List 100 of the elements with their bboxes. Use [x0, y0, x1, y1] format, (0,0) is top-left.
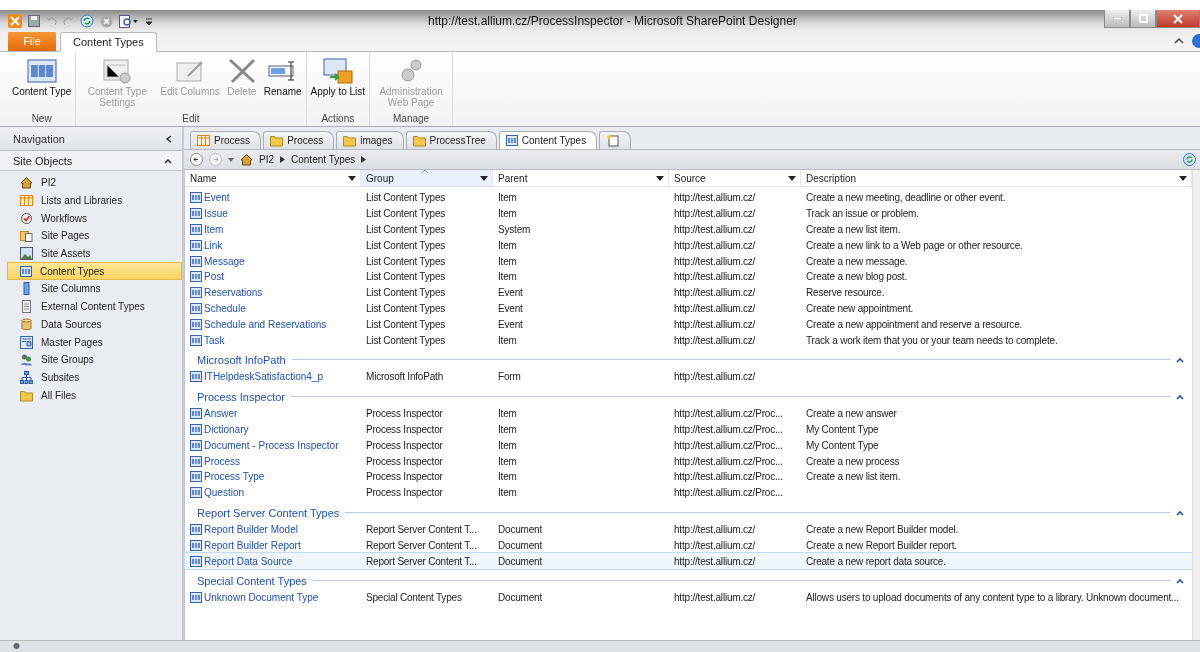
section-header[interactable]: Process Inspector — [185, 387, 1192, 406]
document-tab[interactable]: Content Types — [498, 131, 598, 149]
nav-item[interactable]: Site Groups — [7, 350, 182, 369]
content-type-link[interactable]: Report Builder Model — [204, 523, 298, 535]
table-row[interactable]: Schedule List Content Types Event http://test.allium.cz/ Create new appointment. — [185, 300, 1192, 317]
nav-item[interactable]: Site Pages — [7, 227, 182, 245]
ribbon-button[interactable]: Content Type — [10, 56, 74, 113]
section-header[interactable]: Report Server Content Types — [185, 503, 1192, 522]
refresh-icon[interactable] — [80, 14, 94, 28]
nav-item[interactable]: All Files — [7, 386, 182, 404]
table-row[interactable]: Answer Process Inspector Item http://test.allium.cz/Proc... Create a new answer — [185, 405, 1192, 422]
collapse-icon[interactable] — [1176, 509, 1184, 516]
nav-item[interactable]: PI2 — [7, 174, 182, 192]
document-icon — [20, 300, 33, 314]
nav-item[interactable]: Data Sources — [7, 315, 182, 334]
refresh-icon[interactable] — [1183, 153, 1196, 166]
content-type-link[interactable]: Process Type — [204, 471, 265, 483]
table-row[interactable]: Task List Content Types Item http://test.allium.cz/ Track a work item that you or your team needs to complete. — [185, 332, 1192, 348]
ribbon-button[interactable]: Apply to List — [308, 56, 368, 113]
nav-item[interactable]: Lists and Libraries — [7, 191, 182, 210]
breadcrumb-link[interactable]: Content Types — [291, 154, 356, 165]
collapse-icon[interactable] — [1176, 393, 1184, 400]
table-row[interactable]: Event List Content Types Item http://test.allium.cz/ Create a new meeting, deadline or other event. — [185, 190, 1192, 206]
dropdown-icon[interactable] — [656, 175, 664, 181]
content-type-link[interactable]: Event — [204, 192, 230, 204]
content-type-link[interactable]: Message — [204, 255, 245, 267]
table-row[interactable]: Issue List Content Types Item http://test.allium.cz/ Track an issue or problem. — [185, 205, 1192, 222]
content-type-link[interactable]: Reservations — [204, 287, 263, 299]
pages-icon — [20, 229, 33, 243]
table-row[interactable]: Document - Process Inspector Process Inspector Item http://test.allium.cz/Proc... My Content Type — [185, 437, 1192, 454]
table-row[interactable]: Reservations List Content Types Event http://test.allium.cz/ Reserve resource. — [185, 284, 1192, 301]
content-type-link[interactable]: ITHelpdeskSatisfaction4_p — [204, 371, 323, 383]
table-row[interactable]: Schedule and Reservations List Content Types Event http://test.allium.cz/ Create a new appointment and reserve a resource. — [185, 316, 1192, 333]
scrollbar[interactable] — [1192, 170, 1200, 640]
document-tab[interactable]: images — [336, 131, 404, 149]
section-header[interactable]: Special Content Types — [185, 571, 1192, 590]
content-type-link[interactable]: Schedule and Reservations — [204, 318, 327, 330]
breadcrumb-link[interactable]: PI2 — [259, 154, 274, 165]
content-type-link[interactable]: Issue — [204, 208, 228, 220]
content-type-link[interactable]: Answer — [204, 408, 238, 420]
nav-item[interactable]: Master Pages — [7, 333, 182, 351]
table-row[interactable]: Question Process Inspector Item http://test.allium.cz/Proc... — [185, 484, 1192, 501]
minimize-button[interactable] — [1104, 10, 1130, 28]
nav-item[interactable]: Site Columns — [7, 280, 182, 298]
document-tab[interactable]: Process — [190, 131, 262, 149]
content-type-link[interactable]: Report Data Source — [204, 555, 293, 567]
table-row[interactable]: Report Builder Model Report Server Content T... Document http://test.allium.cz/ Create a new Report Builder model. — [185, 521, 1192, 538]
table-row[interactable]: Post List Content Types Item http://test.allium.cz/ Create a new blog post. — [185, 269, 1192, 285]
collapse-icon[interactable] — [1176, 356, 1184, 363]
table-row[interactable]: Process Process Inspector Item http://test.allium.cz/Proc... Create a new process — [185, 453, 1192, 469]
table-row[interactable]: Link List Content Types Item http://test.allium.cz/ Create a new link to a Web page or other resource. — [185, 237, 1192, 254]
table-row[interactable]: Dictionary Process Inspector Item http://test.allium.cz/Proc... My Content Type — [185, 421, 1192, 438]
nav-item[interactable]: Workflows — [7, 209, 182, 228]
content-type-link[interactable]: Post — [204, 271, 224, 283]
content-type-link[interactable]: Report Builder Report — [204, 539, 301, 551]
document-tab[interactable]: Process — [263, 131, 335, 149]
content-type-link[interactable]: Process — [204, 455, 241, 467]
section-header[interactable]: Microsoft InfoPath — [185, 350, 1192, 369]
table-row[interactable]: Report Builder Report Report Server Content T... Document http://test.allium.cz/ Create a new Report Builder report. — [185, 537, 1192, 554]
content-type-link[interactable]: Task — [204, 334, 225, 346]
content-type-link[interactable]: Link — [204, 239, 223, 251]
nav-item[interactable]: Subsites — [7, 368, 182, 387]
customize-icon[interactable] — [145, 16, 153, 26]
table-row[interactable]: Unknown Document Type Special Content Types Document http://test.allium.cz/ Allows users to upload documents of any content type to a library. Unknown document... — [185, 589, 1192, 606]
nav-item[interactable]: Content Types — [7, 262, 182, 281]
content-type-link[interactable]: Schedule — [204, 302, 246, 314]
ribbon-tab[interactable]: Content Types — [60, 32, 157, 52]
dropdown-icon[interactable] — [1179, 175, 1187, 181]
collapse-ribbon-icon[interactable] — [1174, 37, 1184, 45]
maximize-button[interactable] — [1130, 10, 1156, 28]
chevron-icon[interactable] — [361, 156, 367, 163]
dropdown-icon[interactable] — [348, 175, 356, 181]
table-row[interactable]: Message List Content Types Item http://test.allium.cz/ Create a new message. — [185, 253, 1192, 269]
content-type-link[interactable]: Document - Process Inspector — [204, 439, 339, 451]
new-tab-button[interactable] — [599, 131, 632, 149]
content-type-link[interactable]: Item — [204, 224, 224, 235]
chevron-icon[interactable] — [280, 156, 285, 163]
dropdown-icon[interactable] — [788, 175, 796, 181]
collapse-icon[interactable] — [1176, 577, 1184, 584]
column-header[interactable]: Group — [361, 170, 493, 186]
content-type-link[interactable]: Dictionary — [204, 423, 249, 435]
nav-item[interactable]: External Content Types — [7, 297, 182, 316]
preview-icon[interactable] — [119, 14, 139, 28]
document-tab[interactable]: ProcessTree — [405, 131, 497, 149]
back-icon[interactable] — [190, 153, 203, 166]
table-row[interactable]: Process Type Process Inspector Item http://test.allium.cz/Proc... Create a new list item. — [185, 468, 1192, 485]
ribbon-button[interactable]: Rename — [261, 56, 304, 113]
dropdown-icon[interactable] — [480, 175, 488, 181]
table-row[interactable]: Report Data Source Report Server Content T... Document http://test.allium.cz/ Create a new report data source. — [185, 553, 1192, 569]
content-type-link[interactable]: Unknown Document Type — [204, 592, 319, 604]
collapse-icon[interactable] — [166, 134, 172, 143]
table-cell-text: List Content Types — [365, 239, 447, 251]
nav-item[interactable]: Site Assets — [7, 244, 182, 263]
content-type-link[interactable]: Question — [204, 487, 245, 499]
save-icon[interactable] — [28, 15, 40, 27]
collapse-icon[interactable] — [164, 157, 172, 164]
table-row[interactable]: Item List Content Types System http://test.allium.cz/ Create a new list item. — [185, 221, 1192, 238]
close-button[interactable] — [1156, 10, 1200, 28]
table-row[interactable]: ITHelpdeskSatisfaction4_p Microsoft InfoPath Form http://test.allium.cz/ — [185, 368, 1192, 385]
table-cell-text: Create a new link to a Web page or other resource. — [805, 239, 1024, 251]
